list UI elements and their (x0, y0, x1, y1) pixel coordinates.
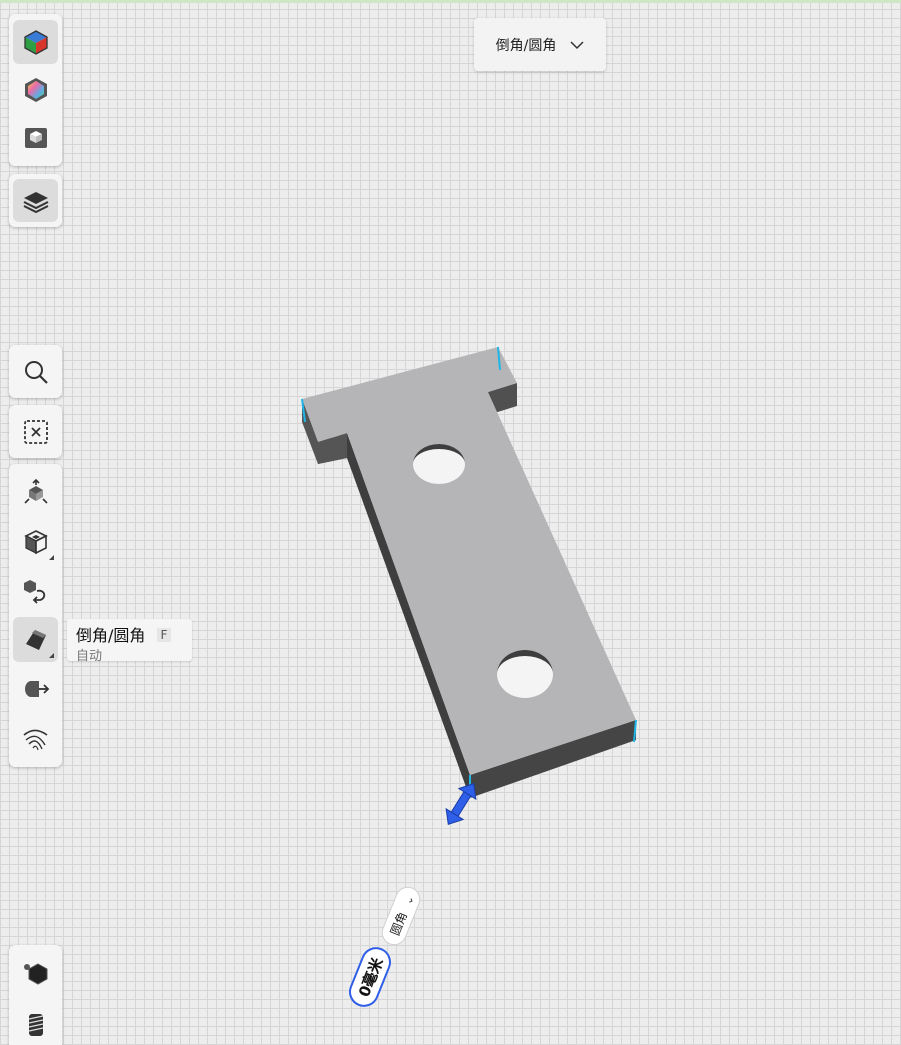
appearance-button[interactable] (13, 20, 58, 64)
tools-panel (9, 464, 62, 767)
render-box-icon (24, 128, 47, 148)
fillet-chamfer-button[interactable] (13, 617, 58, 662)
tooltip-title: 倒角/圆角 (76, 626, 146, 645)
deselect-panel (9, 405, 62, 458)
thread-icon (28, 1013, 43, 1036)
rotate-copy-icon (23, 579, 45, 604)
sweep-button[interactable] (13, 715, 58, 760)
layers-panel (9, 174, 62, 227)
3d-viewport[interactable]: 圆角 ⌄ 0毫米 (0, 0, 901, 1045)
layers-button[interactable] (13, 179, 58, 222)
deselect-icon (23, 419, 48, 444)
part-top-face (302, 347, 636, 775)
render-button[interactable] (13, 116, 58, 160)
sweep-surface-icon (22, 729, 47, 750)
deselect-button[interactable] (13, 410, 58, 453)
solid-hexagon-icon (23, 962, 47, 985)
chevron-down-icon (570, 40, 584, 49)
appearance-cube-icon (23, 30, 48, 55)
search-icon (24, 360, 48, 384)
fillet-value-input[interactable]: 0毫米 (346, 944, 394, 1010)
search-panel (9, 345, 62, 398)
bottom-tools-panel (9, 945, 62, 1045)
view-cube-button[interactable] (13, 519, 58, 564)
hole-upper (413, 444, 465, 484)
thread-button[interactable] (13, 1000, 58, 1045)
fillet-mode-dropdown[interactable]: 倒角/圆角 (474, 18, 606, 71)
solid-button[interactable] (13, 951, 58, 996)
view-cube-icon (23, 529, 48, 554)
export-button[interactable] (13, 666, 58, 711)
fillet-mode-label: 倒角/圆角 (495, 37, 557, 54)
color-hexagon-icon (24, 78, 47, 102)
tooltip-shortcut: F (156, 628, 172, 642)
rotate-copy-button[interactable] (13, 568, 58, 613)
tool-tooltip: 倒角/圆角 F 自动 (67, 619, 192, 664)
fillet-type-chip[interactable]: 圆角 ⌄ (379, 884, 424, 949)
hole-lower (497, 650, 553, 698)
tooltip-subtitle: 自动 (76, 649, 103, 664)
export-roll-icon (24, 680, 49, 697)
submenu-indicator (49, 555, 54, 560)
color-button[interactable] (13, 68, 58, 112)
appearance-panel (9, 14, 62, 166)
fillet-chamfer-icon (25, 629, 46, 650)
submenu-indicator (49, 653, 54, 658)
layers-icon (23, 191, 48, 213)
move-transform-icon (23, 478, 48, 504)
part-model[interactable] (301, 346, 637, 798)
move-tool-button[interactable] (13, 470, 58, 515)
search-button[interactable] (13, 350, 58, 393)
